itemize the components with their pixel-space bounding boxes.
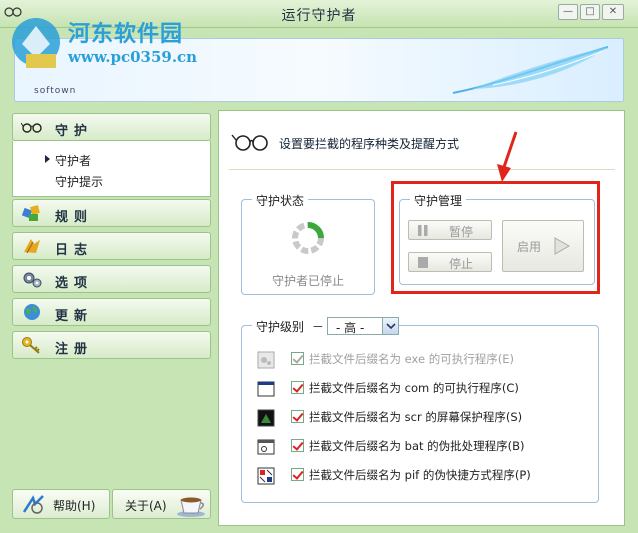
- feather-icon: [452, 46, 609, 94]
- status-text: 守护者已停止: [271, 274, 344, 288]
- rule-checkbox-bat[interactable]: [291, 439, 304, 452]
- sidebar-item-log[interactable]: 日志: [12, 232, 211, 260]
- annotation-arrow: [497, 131, 518, 182]
- glasses-icon: [231, 134, 268, 151]
- coffee-cup-icon: [177, 497, 205, 517]
- watermark: 河东软件园 www.pc0359.cn softown: [8, 14, 218, 96]
- status-group-title: 守护状态: [252, 192, 309, 209]
- main-panel: 设置要拦截的程序种类及提醒方式 守护状态 守护者已停止 守护管理 暂停 停止 启…: [218, 110, 625, 526]
- rule-row-bat: 拦截文件后缀名为 bat 的伪批处理程序(B): [257, 436, 587, 458]
- rule-row-pif: 拦截文件后缀名为 pif 的伪快捷方式程序(P): [257, 465, 587, 487]
- glasses-icon: [21, 122, 42, 133]
- rule-label-com: 拦截文件后缀名为 com 的可执行程序(C): [309, 381, 519, 395]
- page-title: 设置要拦截的程序种类及提醒方式: [279, 137, 460, 151]
- gear-icon: [23, 272, 42, 288]
- close-button[interactable]: ✕: [602, 4, 624, 20]
- sidebar-item-label: 更新: [55, 309, 94, 324]
- sidebar-item-label: 规则: [55, 210, 94, 225]
- rule-checkbox-scr[interactable]: [291, 410, 304, 423]
- sidebar-item-label: 注册: [55, 342, 94, 357]
- chevron-down-icon[interactable]: [382, 318, 398, 334]
- sidebar-item-register[interactable]: 注册: [12, 331, 211, 359]
- com-file-icon: [257, 381, 275, 397]
- help-icon: [22, 495, 44, 514]
- globe-icon: [24, 304, 40, 320]
- level-group-title: 守护级别 －: [252, 318, 328, 335]
- rule-label-scr: 拦截文件后缀名为 scr 的屏幕保护程序(S): [309, 410, 523, 424]
- sidebar: 守护 守护者 守护提示 规则 日志 选项 更新 注册 帮助(H) 关于(A): [12, 110, 212, 525]
- rule-row-com: 拦截文件后缀名为 com 的可执行程序(C): [257, 378, 587, 400]
- bat-file-icon: [257, 439, 275, 455]
- rule-checkbox-pif[interactable]: [291, 468, 304, 481]
- watermark-site-name: 河东软件园: [68, 21, 184, 47]
- minimize-button[interactable]: —: [558, 4, 578, 20]
- rule-row-exe: 拦截文件后缀名为 exe 的可执行程序(E): [257, 349, 587, 371]
- maximize-button[interactable]: □: [580, 4, 600, 20]
- spinner-icon: [292, 222, 324, 254]
- highlight-box: [391, 181, 600, 294]
- rules-icon: [21, 205, 40, 221]
- rule-label-exe: 拦截文件后缀名为 exe 的可执行程序(E): [309, 352, 514, 366]
- sidebar-item-options[interactable]: 选项: [12, 265, 211, 293]
- sidebar-subpanel: 守护者 守护提示: [12, 141, 211, 197]
- pif-file-icon: [257, 467, 275, 485]
- help-button[interactable]: 帮助(H): [12, 489, 110, 519]
- sidebar-item-label: 日志: [55, 243, 94, 258]
- rule-row-scr: 拦截文件后缀名为 scr 的屏幕保护程序(S): [257, 407, 587, 429]
- screensaver-icon: [257, 409, 275, 427]
- sidebar-item-label: 守护: [55, 124, 94, 139]
- divider: [229, 169, 615, 170]
- log-icon: [24, 239, 40, 254]
- sidebar-item-protect[interactable]: 守护: [12, 113, 211, 141]
- rule-label-bat: 拦截文件后缀名为 bat 的伪批处理程序(B): [309, 439, 525, 453]
- level-select-value: - 高 -: [336, 321, 365, 335]
- rule-checkbox-exe[interactable]: [291, 352, 304, 365]
- about-button-label: 关于(A): [125, 499, 167, 513]
- exe-file-icon: [257, 351, 275, 369]
- help-button-label: 帮助(H): [53, 499, 96, 513]
- about-button[interactable]: 关于(A): [112, 489, 211, 519]
- watermark-brand: softown: [34, 86, 77, 96]
- sidebar-subitem-guardian[interactable]: 守护者: [55, 152, 91, 169]
- watermark-url: www.pc0359.cn: [68, 48, 198, 66]
- chevron-right-icon: [45, 155, 50, 163]
- sidebar-item-update[interactable]: 更新: [12, 298, 211, 326]
- site-logo-icon: [12, 18, 60, 68]
- level-group-label: 守护级别: [256, 320, 305, 334]
- level-select[interactable]: - 高 -: [327, 317, 399, 335]
- level-dash: －: [311, 320, 324, 334]
- sidebar-item-label: 选项: [55, 276, 94, 291]
- status-group: 守护状态 守护者已停止: [241, 192, 375, 295]
- key-icon: [22, 337, 40, 354]
- rule-label-pif: 拦截文件后缀名为 pif 的伪快捷方式程序(P): [309, 468, 531, 482]
- sidebar-item-rules[interactable]: 规则: [12, 199, 211, 227]
- sidebar-subitem-hint[interactable]: 守护提示: [55, 173, 103, 190]
- rule-checkbox-com[interactable]: [291, 381, 304, 394]
